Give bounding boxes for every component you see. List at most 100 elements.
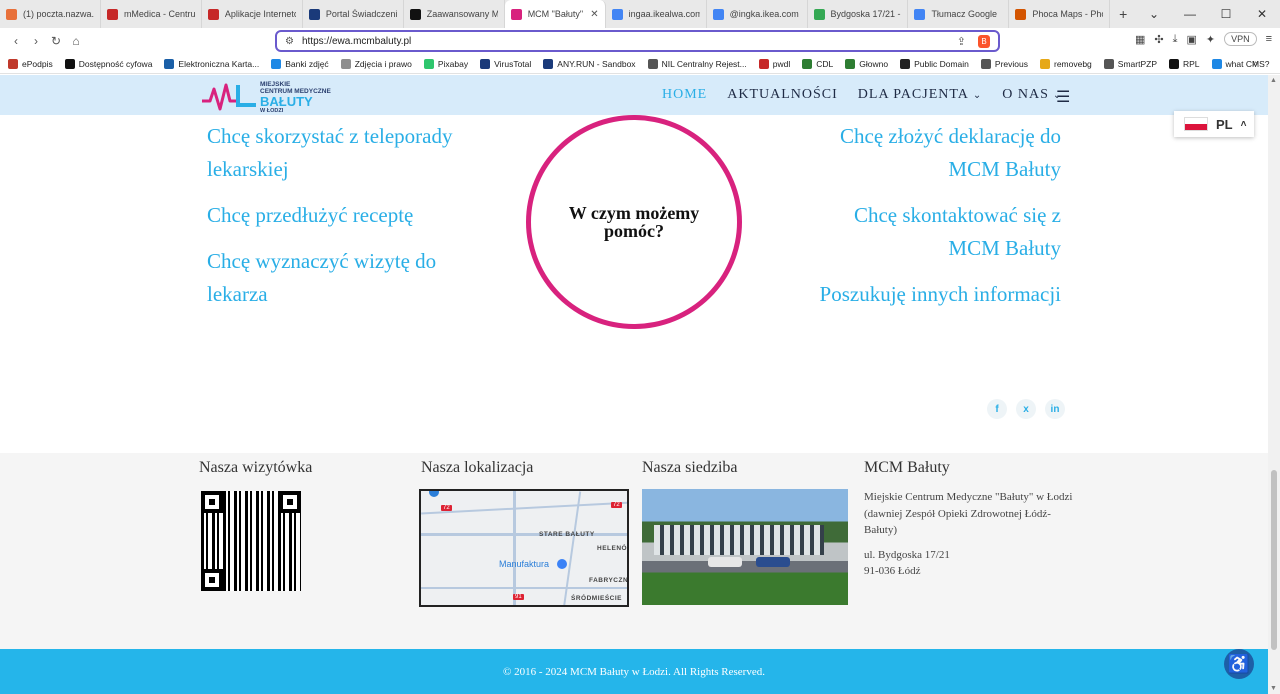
location-map[interactable]: 72 72 91 STARE BAŁUTY HELENÓ Manufaktura…: [419, 489, 629, 607]
browser-tab[interactable]: ingaa.ikealwa.com: [606, 0, 707, 28]
bookmark-label: Głowno: [859, 58, 889, 69]
vpn-button[interactable]: VPN: [1224, 32, 1257, 46]
minimize-icon[interactable]: —: [1172, 7, 1208, 21]
logo-line1: MIEJSKIE: [260, 81, 291, 88]
bookmark-item[interactable]: what CMS?: [1211, 58, 1270, 69]
new-tab-button[interactable]: +: [1110, 0, 1136, 28]
bookmark-item[interactable]: Dostępność cyfowa: [64, 58, 153, 69]
bookmark-item[interactable]: NIL Centralny Rejest...: [647, 58, 747, 69]
browser-tab[interactable]: MCM "Bałuty" ✕: [504, 0, 606, 28]
browser-tab[interactable]: Tłumacz Google: [908, 0, 1010, 28]
help-heading: W czym możemy pomóc?: [568, 203, 700, 241]
road-sign-72: 72: [611, 502, 622, 508]
bookmark-label: Pixabay: [437, 58, 469, 69]
bookmark-label: NIL Centralny Rejest...: [661, 58, 747, 69]
google-icon: [712, 8, 724, 20]
bookmark-item[interactable]: CDL: [802, 58, 833, 69]
bookmark-item[interactable]: RPL: [1169, 58, 1200, 69]
help-link-wizyta[interactable]: Chcę wyznaczyć wizytę do lekarza: [207, 245, 487, 311]
brave-shield-icon[interactable]: B: [978, 34, 990, 48]
help-link-deklaracja[interactable]: Chcę złożyć deklarację do MCM Bałuty: [801, 120, 1061, 186]
bookmark-item[interactable]: Previous: [980, 58, 1028, 69]
footer-about-text: Miejskie Centrum Medyczne "Bałuty" w Łod…: [864, 489, 1074, 580]
download-icon[interactable]: ⤓: [1173, 33, 1178, 46]
scroll-up-icon[interactable]: ▲: [1270, 77, 1277, 84]
bookmark-item[interactable]: Elektroniczna Karta...: [164, 58, 259, 69]
address-bar[interactable]: ⚙ https://ewa.mcmbaluty.pl ⇪ B: [275, 30, 1000, 52]
bookmark-item[interactable]: Zdjęcia i prawo: [340, 58, 412, 69]
scrollbar-thumb[interactable]: [1271, 470, 1277, 650]
menu-about-label: O NAS: [1002, 87, 1049, 102]
bookmark-item[interactable]: SmartPZP: [1103, 58, 1157, 69]
menu-news[interactable]: AKTUALNOŚCI: [727, 87, 838, 103]
language-code: PL: [1216, 116, 1233, 132]
reload-icon[interactable]: ↻: [46, 34, 66, 48]
linkedin-icon[interactable]: in: [1045, 399, 1065, 419]
home-icon[interactable]: ⌂: [66, 34, 86, 48]
hamburger-menu-icon[interactable]: ☰: [1056, 87, 1070, 107]
bookmark-favicon-icon: [164, 58, 175, 69]
menu-about[interactable]: O NAS ⌄: [1002, 87, 1062, 103]
site-info-icon[interactable]: ⚙: [285, 36, 294, 47]
facebook-icon[interactable]: f: [987, 399, 1007, 419]
bookmark-favicon-icon: [271, 58, 282, 69]
bookmark-item[interactable]: Public Domain: [900, 58, 969, 69]
qr-code-icon[interactable]: ▦: [1135, 33, 1145, 46]
help-link-kontakt[interactable]: Chcę skontaktować się z MCM Bałuty: [821, 199, 1061, 265]
url-text: https://ewa.mcmbaluty.pl: [301, 35, 412, 47]
help-link-inne[interactable]: Poszukuję innych informacji: [820, 278, 1061, 311]
page-scrollbar[interactable]: ▲ ▼: [1268, 75, 1280, 694]
back-icon[interactable]: ‹: [6, 34, 26, 48]
collapse-tabs-icon[interactable]: ⌄: [1136, 7, 1172, 21]
browser-tab[interactable]: mMedica - Centru: [101, 0, 202, 28]
browser-tab[interactable]: Phoca Maps - Pho: [1009, 0, 1111, 28]
bookmark-item[interactable]: Banki zdjęć: [271, 58, 329, 69]
accessibility-icon[interactable]: ♿: [1224, 649, 1254, 679]
close-window-icon[interactable]: ✕: [1244, 7, 1280, 21]
menu-icon[interactable]: ≡: [1266, 33, 1272, 45]
browser-tab[interactable]: (1) poczta.nazwa.p: [0, 0, 101, 28]
bookmark-label: what CMS?: [1225, 58, 1270, 69]
maps-pin-icon: [813, 8, 825, 20]
tab-label: Tłumacz Google: [931, 9, 997, 19]
share-icon[interactable]: ⇪: [957, 35, 966, 48]
menu-patient[interactable]: DLA PACJENTA ⌄: [858, 87, 983, 103]
browser-tab[interactable]: Portal Świadczenio: [303, 0, 404, 28]
leo-ai-icon[interactable]: ✦: [1206, 33, 1215, 46]
language-switcher[interactable]: PL ˄: [1174, 111, 1254, 137]
forward-icon[interactable]: ›: [26, 34, 46, 48]
browser-tab[interactable]: Bydgoska 17/21 -: [808, 0, 909, 28]
close-tab-icon[interactable]: ✕: [590, 9, 598, 20]
maximize-icon[interactable]: ☐: [1208, 7, 1244, 21]
more-bookmarks-icon[interactable]: »: [1252, 58, 1258, 70]
browser-tab[interactable]: @ingka.ikea.com -: [707, 0, 808, 28]
bookmark-item[interactable]: VirusTotal: [480, 58, 531, 69]
sidebar-icon[interactable]: ▣: [1186, 33, 1196, 46]
help-link-teleporada[interactable]: Chcę skorzystać z teleporady lekarskiej: [207, 120, 507, 186]
bookmark-item[interactable]: ePodpis: [8, 58, 53, 69]
menu-home[interactable]: HOME: [662, 87, 707, 103]
map-label-manufaktura: Manufaktura: [499, 559, 550, 569]
extensions-icon[interactable]: ✣: [1154, 33, 1163, 46]
footer-address-city: 91-036 Łódź: [864, 565, 921, 577]
map-label-heleno: HELENÓ: [597, 545, 628, 552]
scroll-down-icon[interactable]: ▼: [1270, 685, 1277, 692]
browser-tab[interactable]: Aplikacje Interneto: [202, 0, 303, 28]
logo-text: MIEJSKIE CENTRUM MEDYCZNE BAŁUTY W ŁODZI: [260, 81, 331, 114]
browser-tab-strip: (1) poczta.nazwa.p mMedica - Centru Aplika…: [0, 0, 1280, 28]
browser-tab[interactable]: Zaawansowany Me: [404, 0, 505, 28]
bookmark-item[interactable]: ANY.RUN - Sandbox: [543, 58, 636, 69]
map-pin-icon[interactable]: [429, 491, 439, 497]
help-link-recepta[interactable]: Chcę przedłużyć receptę: [207, 199, 413, 232]
x-twitter-icon[interactable]: x: [1016, 399, 1036, 419]
bookmark-item[interactable]: pwdl: [758, 58, 790, 69]
qr-code-image: [201, 491, 301, 591]
site-logo[interactable]: MIEJSKIE CENTRUM MEDYCZNE BAŁUTY W ŁODZI: [200, 79, 340, 114]
bookmark-item[interactable]: removebg: [1039, 58, 1092, 69]
bookmark-label: Dostępność cyfowa: [78, 58, 153, 69]
footer-address-street: ul. Bydgoska 17/21: [864, 548, 950, 561]
bookmark-item[interactable]: Pixabay: [423, 58, 469, 69]
bookmark-item[interactable]: Głowno: [845, 58, 889, 69]
bookmark-favicon-icon: [758, 58, 769, 69]
bookmark-label: Previous: [994, 58, 1028, 69]
